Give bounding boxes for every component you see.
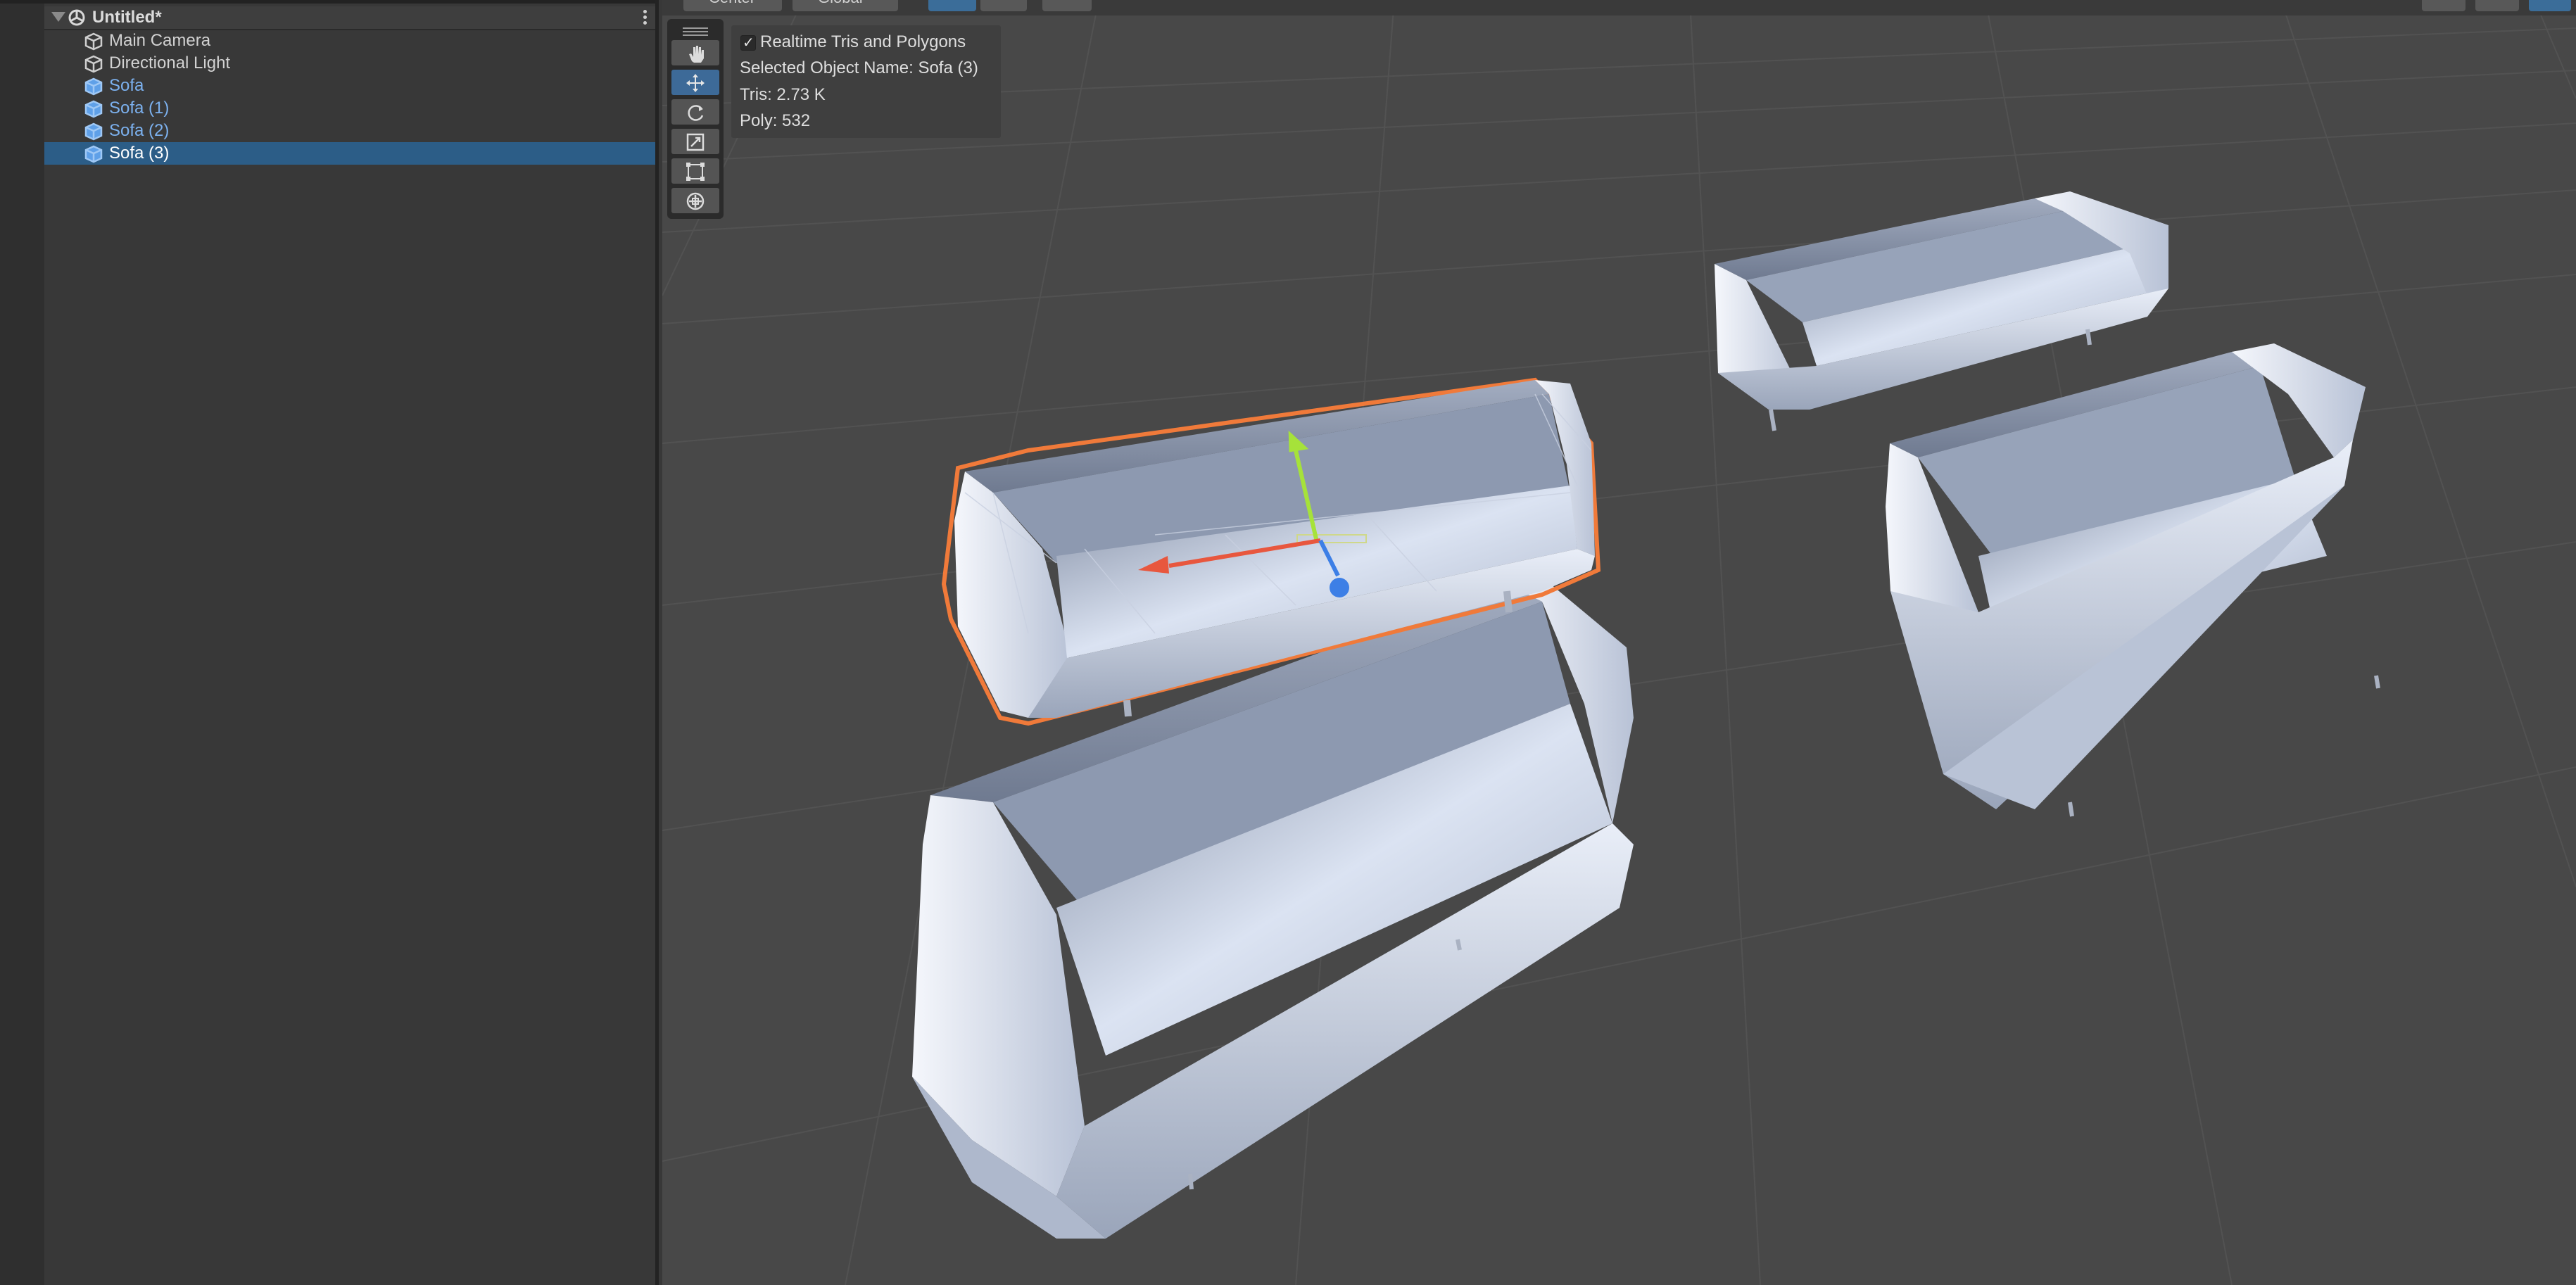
gameobject-cube-icon — [84, 55, 103, 73]
transform-tool[interactable] — [671, 188, 719, 213]
selected-object-name: Selected Object Name: Sofa (3) — [740, 58, 978, 77]
expand-arrow-icon[interactable] — [51, 12, 65, 22]
hierarchy-gutter — [0, 0, 44, 1285]
rect-icon — [686, 163, 705, 181]
hierarchy-top-border — [0, 0, 655, 4]
hierarchy-item[interactable]: Sofa (1) — [44, 97, 655, 120]
hierarchy-item-label: Sofa (2) — [109, 121, 170, 140]
prefab-cube-icon — [84, 145, 103, 163]
hierarchy-item-label: Sofa (1) — [109, 99, 170, 118]
hierarchy-item[interactable]: Directional Light — [44, 52, 655, 75]
prefab-cube-icon — [84, 122, 103, 141]
scene-root-row[interactable]: Untitled* — [44, 6, 655, 30]
prefab-cube-icon — [84, 100, 103, 118]
tris-poly-overlay: ✓ Realtime Tris and Polygons Selected Ob… — [731, 25, 1001, 138]
hierarchy-item[interactable]: Sofa (3) — [44, 142, 655, 165]
rotate-icon — [688, 105, 704, 121]
rotate-tool[interactable] — [671, 99, 719, 125]
prefab-cube-icon — [84, 77, 103, 96]
realtime-tris-label: Realtime Tris and Polygons — [760, 32, 966, 51]
tools-grip-icon[interactable] — [683, 27, 708, 36]
hierarchy-item-label: Directional Light — [109, 53, 231, 72]
checkmark-icon: ✓ — [743, 35, 755, 51]
hierarchy-item-label: Main Camera — [109, 31, 211, 50]
transform-icon — [686, 192, 705, 210]
hierarchy-panel: Untitled* Main Camera Directional Light So… — [0, 0, 659, 1285]
scene-objects — [912, 191, 2380, 1239]
tools-palette — [667, 19, 724, 219]
gizmo-z-handle-icon[interactable] — [1330, 578, 1349, 597]
hierarchy-item[interactable]: Main Camera — [44, 30, 655, 52]
move-tool[interactable] — [671, 70, 719, 95]
unity-scene-icon — [68, 9, 85, 26]
hand-icon — [689, 46, 704, 63]
hierarchy-item-label: Sofa (3) — [109, 144, 170, 163]
hierarchy-item-label: Sofa — [109, 76, 144, 95]
gameobject-cube-icon — [84, 32, 103, 51]
move-icon — [686, 74, 705, 92]
tris-count: Tris: 2.73 K — [740, 85, 826, 104]
scene-view[interactable]: Center Global — [662, 0, 2576, 1285]
hierarchy-item[interactable]: Sofa — [44, 75, 655, 97]
scale-icon — [686, 133, 705, 151]
hierarchy-item[interactable]: Sofa (2) — [44, 120, 655, 142]
hand-tool[interactable] — [671, 40, 719, 65]
rect-tool[interactable] — [671, 158, 719, 184]
scale-tool[interactable] — [671, 129, 719, 154]
poly-count: Poly: 532 — [740, 111, 811, 130]
scene-title: Untitled* — [92, 8, 162, 27]
scene-menu-icon[interactable] — [643, 9, 648, 26]
sofa-2[interactable] — [1886, 343, 2380, 817]
realtime-tris-checkbox[interactable]: ✓ — [740, 35, 756, 51]
